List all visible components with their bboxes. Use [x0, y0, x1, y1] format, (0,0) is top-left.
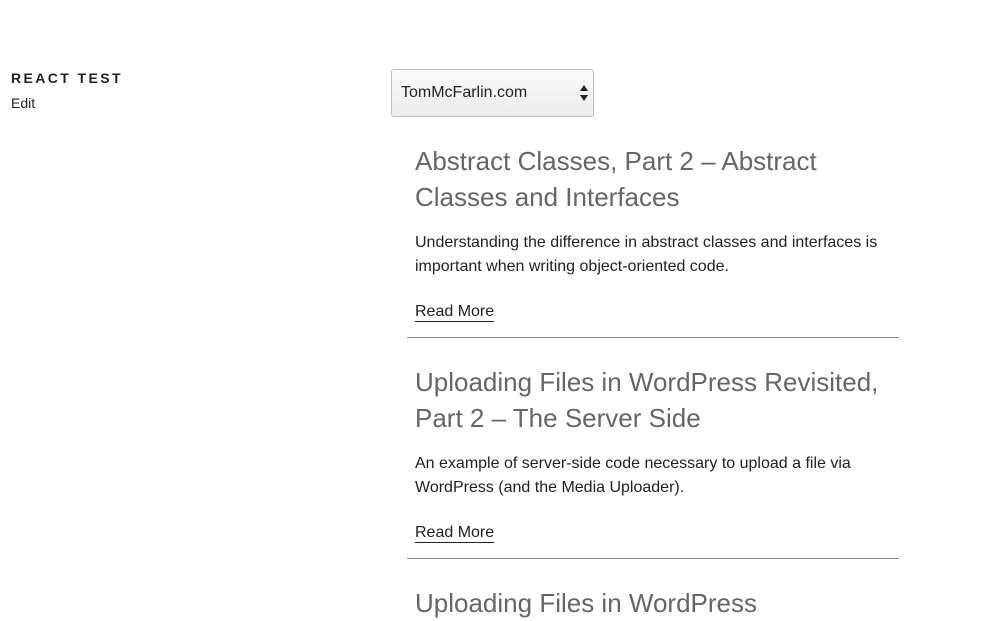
post-title[interactable]: Abstract Classes, Part 2 – Abstract Clas… [415, 143, 891, 215]
main-content: TomMcFarlin.com Abstract Classes, Part 2… [391, 69, 899, 621]
post-title[interactable]: Uploading Files in WordPress [415, 585, 891, 621]
select-arrows-icon [579, 84, 589, 102]
site-select[interactable]: TomMcFarlin.com [391, 69, 594, 117]
read-more-link[interactable]: Read More [415, 523, 495, 543]
edit-link[interactable]: Edit [11, 94, 35, 112]
page-header: React Test Edit [11, 69, 311, 113]
page-title: React Test [11, 70, 123, 86]
post-title[interactable]: Uploading Files in WordPress Revisited, … [415, 364, 891, 436]
post-item: Abstract Classes, Part 2 – Abstract Clas… [391, 117, 899, 322]
post-excerpt: An example of server-side code necessary… [415, 455, 851, 496]
post-item: Uploading Files in WordPress Revisited, … [391, 338, 899, 543]
post-excerpt: Understanding the difference in abstract… [415, 234, 878, 275]
read-more-link[interactable]: Read More [415, 302, 495, 322]
site-select-value: TomMcFarlin.com [401, 84, 528, 101]
post-item: Uploading Files in WordPress [391, 559, 899, 621]
page: React Test Edit TomMcFarlin.com Abstract… [0, 0, 997, 621]
